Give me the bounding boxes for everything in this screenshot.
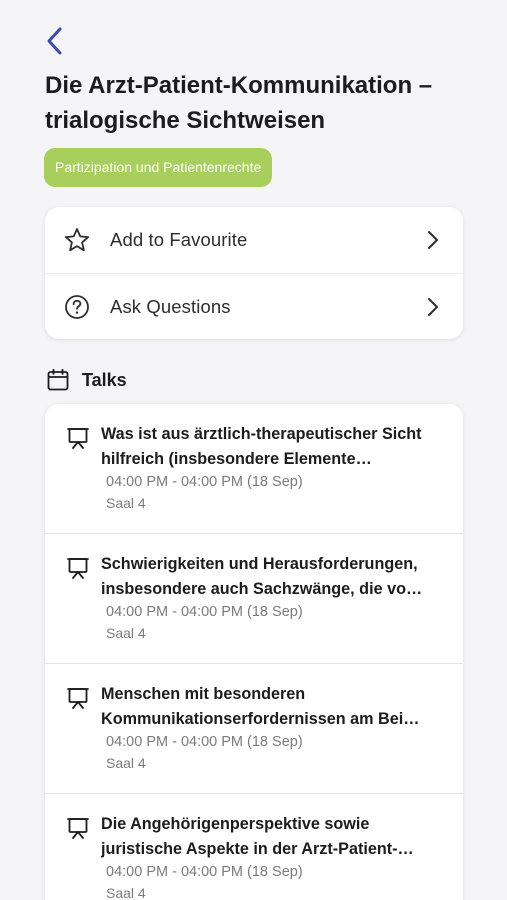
talk-item[interactable]: Menschen mit besonderen Kommunikationser… [45,664,463,794]
ask-questions-label: Ask Questions [110,296,231,317]
talk-time: 04:00 PM - 04:00 PM (18 Sep) [106,734,303,750]
presentation-icon [67,688,89,709]
talks-section-header: Talks [46,367,127,393]
talk-item[interactable]: Was ist aus ärztlich-therapeutischer Sic… [45,404,463,534]
talk-item[interactable]: Schwierigkeiten und Herausforderungen, i… [45,534,463,664]
talk-room: Saal 4 [106,755,146,771]
presentation-icon [67,558,89,579]
page-title: Die Arzt-Patient-Kommunikation – trialog… [45,72,433,134]
talk-room: Saal 4 [106,625,146,641]
talk-time: 04:00 PM - 04:00 PM (18 Sep) [106,604,303,620]
session-detail-screen: Die Arzt-Patient-Kommunikation – trialog… [0,0,507,900]
chevron-left-icon [47,27,62,55]
talk-room: Saal 4 [106,495,146,511]
star-icon [64,227,90,253]
presentation-icon [67,818,89,839]
calendar-icon [47,368,69,391]
talk-title: Menschen mit besonderen Kommunikationser… [101,685,420,728]
talks-section-title: Talks [82,369,127,390]
talk-time: 04:00 PM - 04:00 PM (18 Sep) [106,474,303,490]
chevron-right-icon [425,296,441,318]
talks-list: Was ist aus ärztlich-therapeutischer Sic… [45,404,463,900]
actions-card: Add to Favourite Ask Questions [45,207,463,339]
ask-questions-button[interactable]: Ask Questions [45,273,463,339]
back-button[interactable] [40,24,70,58]
talk-title: Die Angehörigenperspektive sowie juristi… [101,815,414,858]
talk-title: Was ist aus ärztlich-therapeutischer Sic… [101,425,422,468]
add-to-favourite-button[interactable]: Add to Favourite [45,207,463,273]
presentation-icon [67,428,89,449]
talk-item[interactable]: Die Angehörigenperspektive sowie juristi… [45,794,463,900]
talk-title: Schwierigkeiten und Herausforderungen, i… [101,555,423,598]
talk-time: 04:00 PM - 04:00 PM (18 Sep) [106,864,303,880]
add-to-favourite-label: Add to Favourite [110,229,248,250]
chevron-right-icon [425,229,441,251]
category-tag: Partizipation und Patientenrechte [44,148,273,187]
question-circle-icon [64,294,90,320]
talk-room: Saal 4 [106,885,146,900]
